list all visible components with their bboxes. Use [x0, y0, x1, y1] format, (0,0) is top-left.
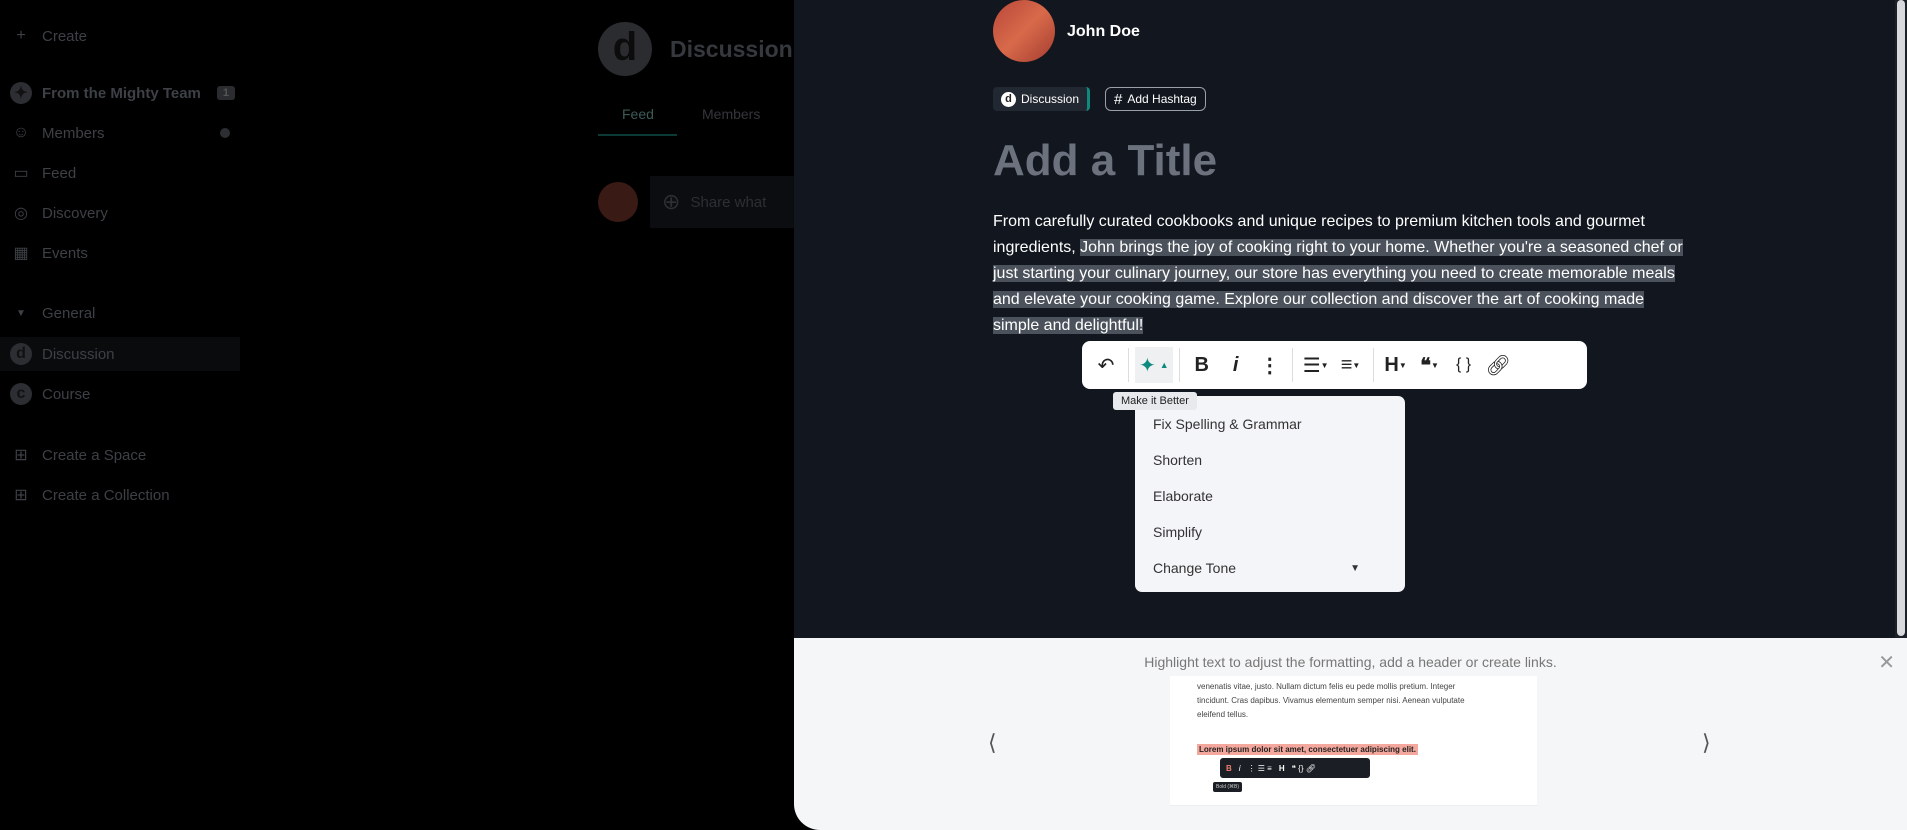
author-avatar	[993, 0, 1055, 62]
hash-icon: #	[1114, 90, 1123, 108]
sidebar-item-events[interactable]: ▦ Events	[10, 236, 240, 270]
plus-square-icon: ⊞	[14, 447, 28, 464]
menu-item-change-tone[interactable]: Change Tone ▼	[1135, 550, 1405, 586]
selected-text: John brings the joy of cooking right to …	[993, 239, 1683, 334]
sidebar-create-space[interactable]: ⊞ Create a Space	[10, 438, 240, 472]
course-icon: c	[10, 383, 32, 405]
sidebar: + Create ✦ From the Mighty Team 1 ☺ Members …	[0, 0, 250, 830]
compass-icon: ◎	[14, 205, 28, 222]
tab-members[interactable]: Members	[702, 106, 760, 122]
sidebar-item-members[interactable]: ☺ Members	[10, 116, 240, 150]
feed-icon: ▭	[13, 165, 29, 182]
align-button[interactable]: ≡ ▼	[1335, 347, 1367, 383]
close-icon[interactable]: ✕	[1878, 650, 1895, 675]
sidebar-section-general[interactable]: ▼ General	[10, 296, 240, 330]
plus-square-icon: ⊞	[14, 487, 28, 504]
sidebar-item-discussion[interactable]: d Discussion	[0, 337, 240, 371]
post-editor-modal: John Doe d Discussion # Add Hashtag Add a …	[794, 0, 1907, 830]
sidebar-create-collection[interactable]: ⊞ Create a Collection	[10, 478, 240, 512]
post-body[interactable]: From carefully curated cookbooks and uni…	[993, 209, 1693, 339]
plus-icon: +	[16, 27, 26, 44]
heading-button[interactable]: H ▼	[1380, 347, 1412, 383]
sparkle-icon: ✦	[10, 82, 32, 104]
sidebar-item-discovery[interactable]: ◎ Discovery	[10, 196, 240, 230]
code-button[interactable]: { }	[1448, 347, 1480, 383]
bold-button[interactable]: B	[1186, 347, 1218, 383]
composer[interactable]: ⊕ Share what	[650, 176, 800, 228]
link-button[interactable]: 🔗︎	[1482, 347, 1515, 383]
space-icon: d	[598, 22, 652, 76]
count-badge: 1	[216, 86, 236, 100]
space-chip[interactable]: d Discussion	[993, 87, 1091, 111]
list-button[interactable]: ☰ ▼	[1299, 347, 1333, 383]
more-icon[interactable]: ⋮	[1254, 347, 1286, 383]
status-dot	[220, 128, 230, 138]
sidebar-create[interactable]: + Create	[10, 19, 240, 53]
discussion-icon: d	[10, 343, 32, 365]
quote-button[interactable]: ❝ ▼	[1414, 347, 1446, 383]
ai-menu: Fix Spelling & Grammar Shorten Elaborate…	[1135, 396, 1405, 592]
caret-down-icon: ▼	[16, 307, 26, 319]
calendar-icon: ▦	[13, 245, 29, 262]
plus-circle-icon: ⊕	[662, 189, 681, 214]
italic-button[interactable]: i	[1220, 347, 1252, 383]
tutorial-hint: Highlight text to adjust the formatting,…	[1144, 654, 1557, 670]
menu-item-simplify[interactable]: Simplify	[1135, 514, 1405, 550]
preview-toolbar: Bi ⋮ ☰ ≡ H ❝ {} 🔗︎	[1220, 758, 1370, 778]
tab-underline	[598, 134, 677, 136]
author-name: John Doe	[1067, 23, 1140, 40]
next-arrow-icon[interactable]: ⟩	[1702, 730, 1711, 756]
make-it-better-button[interactable]: ✦ ▲	[1135, 347, 1173, 383]
scrollbar[interactable]	[1895, 0, 1907, 638]
sparkle-icon: ✦	[1139, 354, 1156, 377]
tutorial-preview: venenatis vitae, justo. Nullam dictum fe…	[1170, 676, 1537, 806]
menu-item-shorten[interactable]: Shorten	[1135, 442, 1405, 478]
menu-item-fix-spelling[interactable]: Fix Spelling & Grammar	[1135, 406, 1405, 442]
avatar	[598, 182, 638, 222]
tab-feed[interactable]: Feed	[622, 106, 654, 122]
sidebar-team[interactable]: ✦ From the Mighty Team 1	[10, 76, 240, 110]
sidebar-item-course[interactable]: c Course	[10, 377, 240, 411]
discussion-icon: d	[1001, 91, 1016, 107]
sidebar-item-feed[interactable]: ▭ Feed	[10, 156, 240, 190]
space-title: Discussion	[670, 36, 793, 62]
caret-down-icon: ▼	[1350, 562, 1360, 574]
tutorial-panel: Highlight text to adjust the formatting,…	[794, 638, 1907, 830]
members-icon: ☺	[12, 124, 30, 141]
scrollbar-thumb[interactable]	[1897, 0, 1905, 636]
tooltip: Make it Better	[1113, 392, 1197, 410]
add-hashtag-button[interactable]: # Add Hashtag	[1105, 87, 1206, 111]
prev-arrow-icon[interactable]: ⟨	[988, 730, 997, 756]
title-input[interactable]: Add a Title	[993, 136, 1217, 186]
format-toolbar: ↶ ✦ ▲ B i ⋮ ☰ ▼ ≡ ▼ H ▼ ❝ ▼ { } 🔗︎	[1082, 341, 1587, 389]
menu-item-elaborate[interactable]: Elaborate	[1135, 478, 1405, 514]
caret-up-icon: ▲	[1159, 360, 1169, 370]
undo-button[interactable]: ↶	[1090, 347, 1122, 383]
